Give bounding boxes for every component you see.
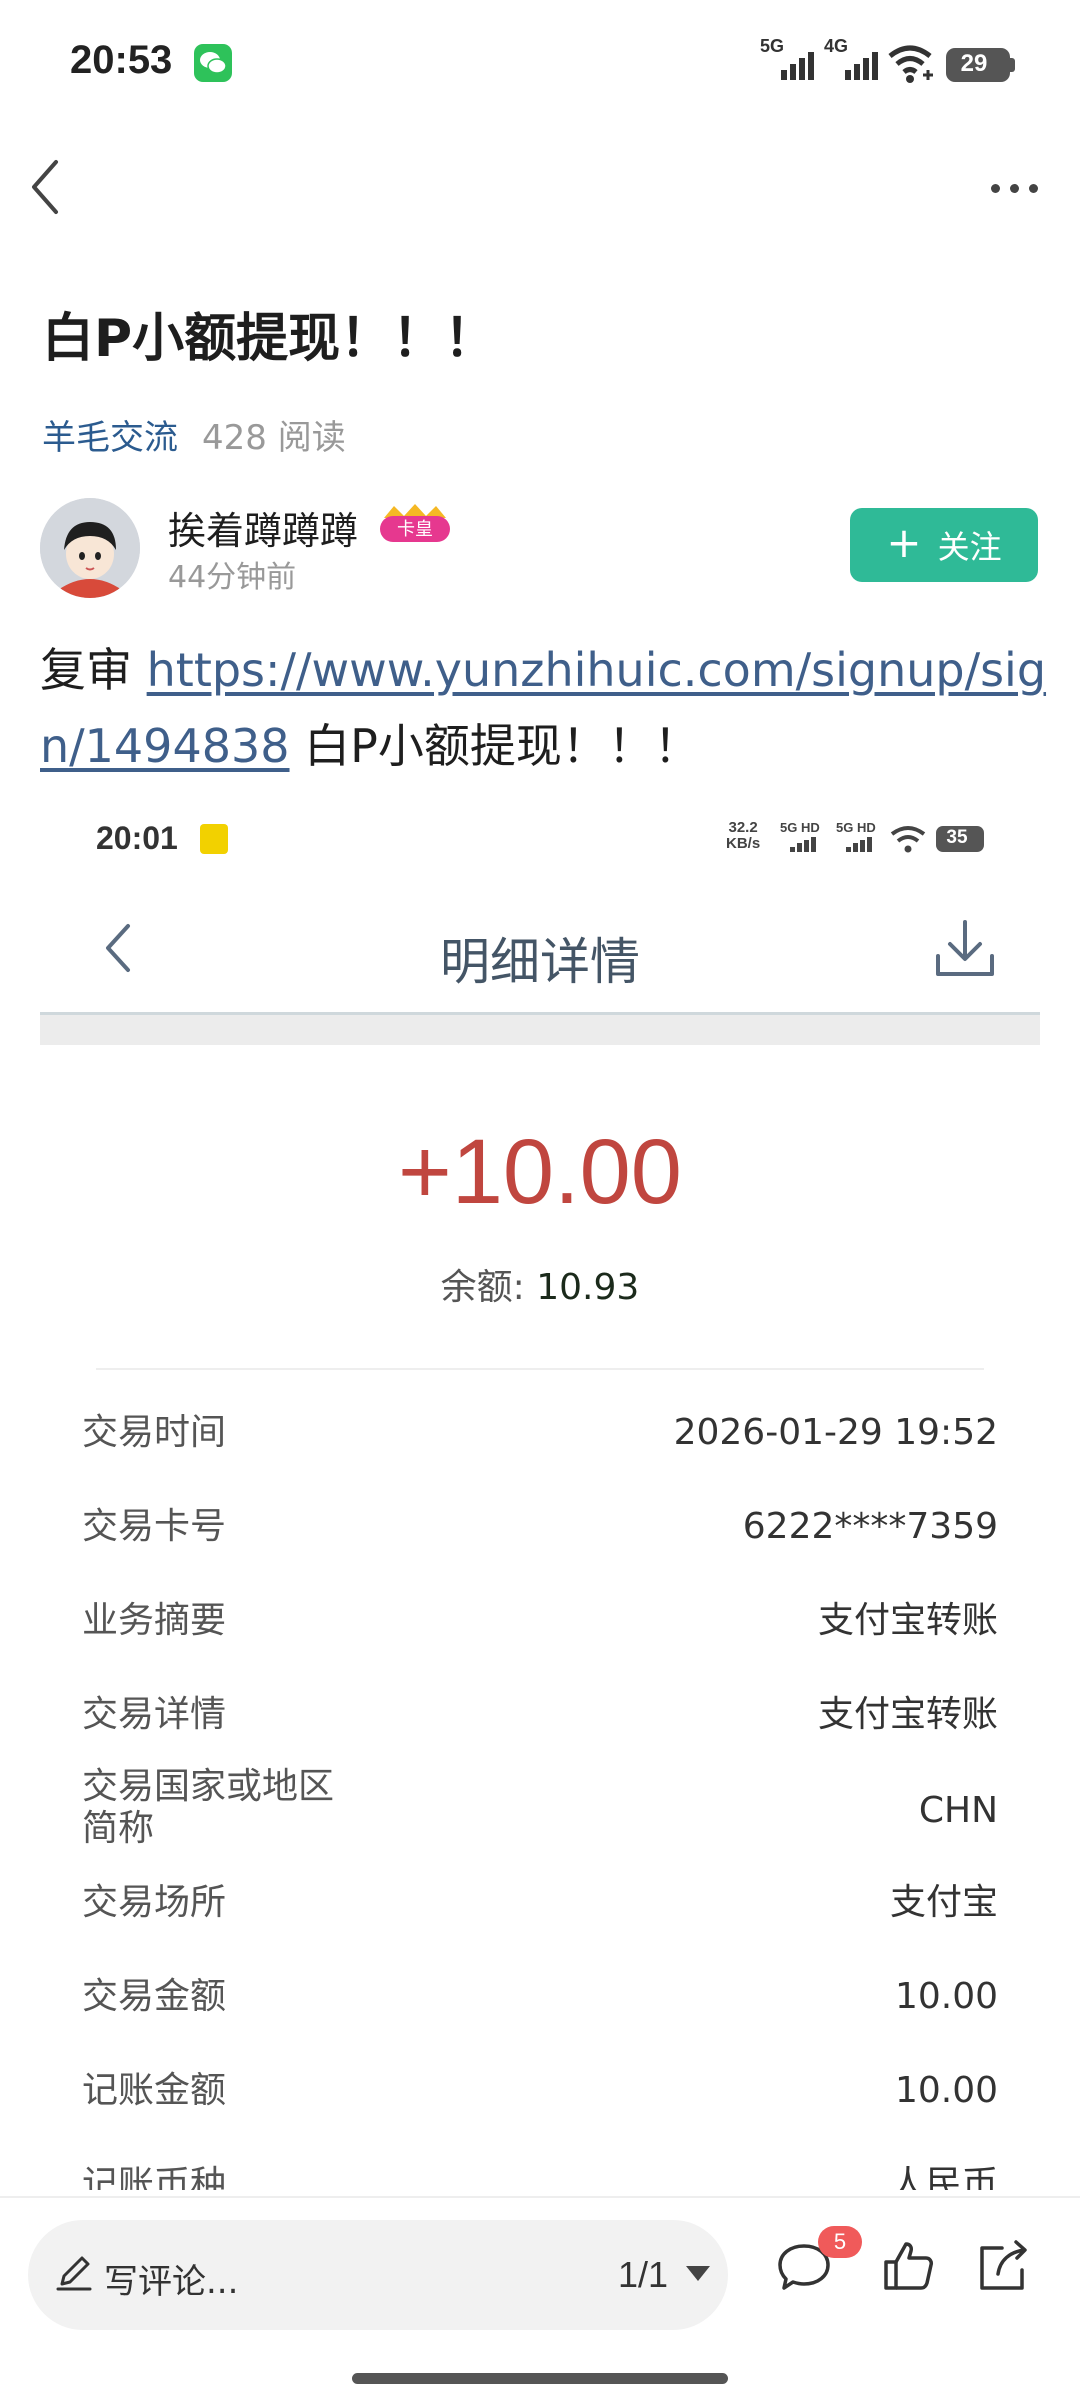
wifi-icon: [890, 826, 926, 853]
detail-label: 业务摘要: [82, 1600, 227, 1641]
network-speed-unit: KB/s: [726, 835, 761, 852]
network-speed: 32.2 KB/s: [726, 820, 760, 852]
post-body: 复审 https://www.yunzhihuic.com/signup/sig…: [40, 632, 1050, 784]
image-header: 明细详情: [40, 880, 1040, 1010]
image-network-a: 5G HD: [780, 820, 820, 835]
image-status-bar: 20:01 32.2 KB/s 5G HD 5G HD 35: [40, 790, 1040, 880]
more-icon[interactable]: [984, 168, 1044, 208]
download-icon: [936, 920, 994, 976]
detail-value: 支付宝转账: [817, 1694, 998, 1735]
author-badge-text: 卡皇: [397, 519, 433, 540]
signal-icon: 5G HD: [780, 820, 840, 854]
detail-label: 交易国家或地区 简称: [82, 1766, 335, 1849]
share-icon[interactable]: [972, 2236, 1032, 2296]
status-bar: 20:53 5G 4G 29: [0, 0, 1080, 130]
notification-icon: [200, 824, 228, 854]
like-icon[interactable]: [878, 2236, 938, 2296]
signal-icon: 5G: [760, 36, 814, 84]
detail-label: 交易时间: [82, 1412, 227, 1453]
post-meta: 羊毛交流 428 阅读: [42, 410, 346, 459]
comment-placeholder: 写评论...: [104, 2262, 239, 2302]
detail-label: 记账金额: [82, 2070, 227, 2111]
bottom-bar: 写评论... 1/1 5: [0, 2198, 1080, 2400]
balance-label: 余额:: [440, 1267, 537, 1308]
balance-line: 余额: 10.93: [40, 1258, 1040, 1310]
detail-value: 6222****7359: [742, 1506, 998, 1547]
battery-level: 29: [960, 50, 988, 77]
detail-label: 交易卡号: [82, 1506, 227, 1547]
body-prefix: 复审: [40, 643, 147, 697]
avatar[interactable]: [40, 498, 140, 598]
crown-icon: 卡皇: [380, 504, 450, 542]
network-speed-value: 32.2: [728, 819, 758, 836]
author-row: 挨着蹲蹲蹲 卡皇 44分钟前 + 关注: [40, 498, 1040, 602]
image-network-b: 5G HD: [836, 820, 876, 835]
detail-label: 记账币种: [82, 2164, 227, 2190]
detail-label: 交易金额: [82, 1976, 227, 2017]
gray-band: [40, 1015, 1040, 1045]
comment-count-badge: 5: [818, 2226, 862, 2258]
status-time: 20:53: [70, 38, 173, 82]
detail-value: 10.00: [894, 2070, 998, 2111]
post-image[interactable]: 20:01 32.2 KB/s 5G HD 5G HD 35 明细详情 +10.…: [40, 790, 1040, 2190]
detail-label: 交易场所: [82, 1882, 227, 1923]
author-name[interactable]: 挨着蹲蹲蹲: [168, 500, 358, 555]
detail-value: 支付宝: [889, 1882, 998, 1923]
comment-input[interactable]: 写评论... 1/1: [28, 2220, 728, 2330]
detail-value: 人民币: [889, 2164, 998, 2190]
signal-icon: 5G HD: [836, 820, 896, 854]
detail-value: CHN: [918, 1790, 998, 1831]
wifi-icon: [888, 45, 933, 83]
chevron-down-icon[interactable]: [686, 2266, 710, 2281]
read-count: 428 阅读: [202, 418, 346, 458]
body-suffix: 白P小额提现！！！: [289, 719, 700, 773]
detail-row: 交易国家或地区 简称 CHN: [82, 1766, 998, 1858]
post-time: 44分钟前: [168, 560, 297, 595]
battery-icon: 35: [936, 826, 984, 852]
detail-label: 交易详情: [82, 1694, 227, 1735]
wechat-icon: [194, 44, 232, 82]
image-status-time: 20:01: [96, 820, 178, 856]
follow-label: 关注: [937, 528, 1002, 566]
section-divider: [96, 1368, 984, 1370]
page-indicator[interactable]: 1/1: [618, 2254, 668, 2296]
post-title: 白P小额提现！！！: [42, 309, 497, 369]
pen-icon: [56, 2256, 92, 2291]
status-icons: 5G 4G 29: [760, 36, 1015, 84]
transaction-amount: +10.00: [398, 1121, 682, 1223]
home-indicator[interactable]: [352, 2373, 728, 2384]
image-battery-level: 35: [946, 827, 968, 848]
signal-icon: 4G: [824, 36, 878, 84]
detail-value: 10.00: [894, 1976, 998, 2017]
image-page-title: 明细详情: [440, 933, 640, 991]
follow-button[interactable]: + 关注: [850, 508, 1038, 582]
back-arrow-icon[interactable]: [22, 152, 72, 222]
plus-icon: +: [886, 518, 922, 567]
topic-link[interactable]: 羊毛交流: [42, 418, 178, 458]
detail-value: 支付宝转账: [817, 1600, 998, 1641]
detail-value: 2026-01-29 19:52: [673, 1412, 998, 1453]
battery-icon: 29: [946, 48, 1015, 82]
balance-value: 10.93: [536, 1267, 640, 1308]
